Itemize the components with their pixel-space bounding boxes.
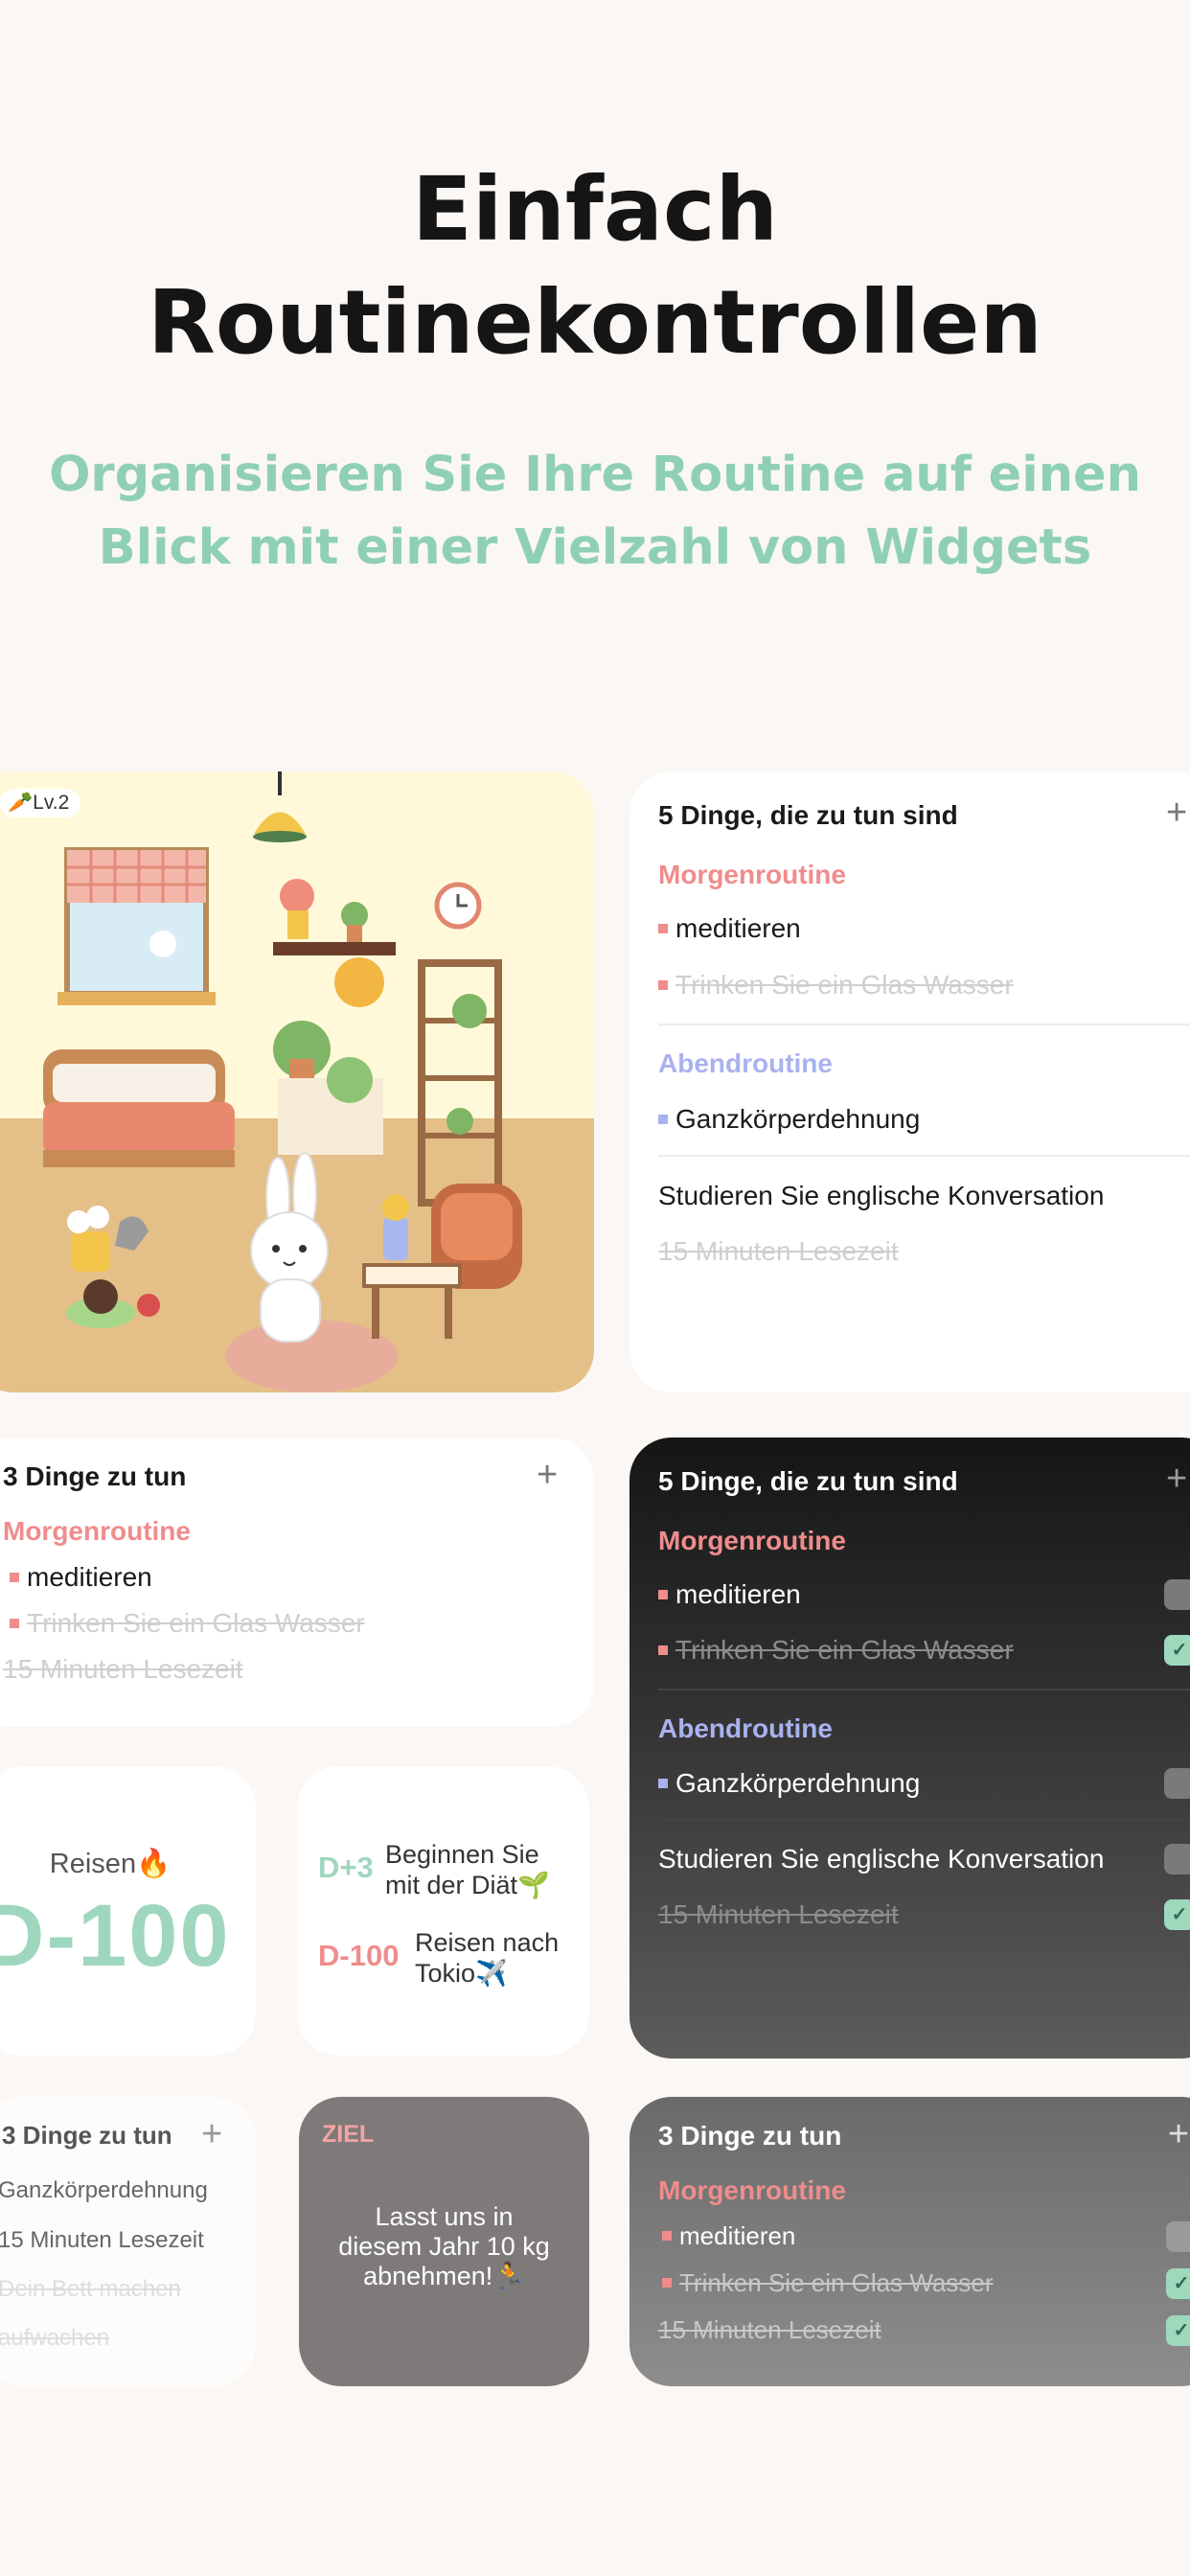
- section-evening: Abendroutine: [658, 1714, 833, 1743]
- todo-widget-large[interactable]: 5 Dinge, die zu tun sind + Morgenroutine…: [629, 771, 1190, 1392]
- section-morning: Morgenroutine: [3, 1516, 191, 1546]
- bullet-icon: [658, 1644, 668, 1655]
- widget-title: 3 Dinge zu tun: [2, 2121, 172, 2150]
- todo-item[interactable]: meditieren: [662, 2221, 795, 2251]
- add-icon[interactable]: +: [1166, 794, 1187, 831]
- dday-count: D+3: [318, 1851, 374, 1884]
- checkbox[interactable]: [1164, 1844, 1190, 1874]
- checkbox[interactable]: [1164, 1579, 1190, 1610]
- section-morning: Morgenroutine: [658, 2175, 846, 2205]
- checkbox-checked[interactable]: ✓: [1166, 2315, 1190, 2346]
- bullet-icon: [662, 2231, 672, 2242]
- todo-widget-small[interactable]: 3 Dinge zu tun + Ganzkörperdehnung 15 Mi…: [0, 2097, 256, 2386]
- dday-label: Reisen🔥: [49, 1849, 172, 1879]
- todo-item[interactable]: meditieren: [10, 1562, 152, 1593]
- todo-widget-gray[interactable]: 3 Dinge zu tun + Morgenroutine meditiere…: [629, 2097, 1190, 2386]
- divider: [658, 1155, 1190, 1157]
- divider: [658, 1819, 1190, 1821]
- todo-item-done[interactable]: 15 Minuten Lesezeit: [3, 1654, 243, 1685]
- todo-item[interactable]: Studieren Sie englische Konversation: [658, 1181, 1104, 1211]
- bullet-icon: [10, 1572, 19, 1582]
- todo-item[interactable]: Ganzkörperdehnung: [0, 2177, 208, 2204]
- todo-item-done[interactable]: Trinken Sie ein Glas Wasser: [662, 2268, 994, 2298]
- checkbox-checked[interactable]: ✓: [1166, 2268, 1190, 2299]
- clock-icon: [434, 882, 482, 930]
- checkbox-checked[interactable]: ✓: [1164, 1899, 1190, 1930]
- widget-title: 3 Dinge zu tun: [658, 2121, 842, 2150]
- checkbox-checked[interactable]: ✓: [1164, 1635, 1190, 1666]
- bed-icon: [43, 1049, 235, 1167]
- todo-item-done[interactable]: 15 Minuten Lesezeit: [658, 1899, 899, 1930]
- widget-title: 5 Dinge, die zu tun sind: [658, 800, 958, 830]
- widget-title: 5 Dinge, die zu tun sind: [658, 1466, 958, 1496]
- section-evening: Abendroutine: [658, 1048, 833, 1078]
- widget-title: 3 Dinge zu tun: [3, 1461, 187, 1491]
- todo-item[interactable]: meditieren: [658, 913, 801, 944]
- carrot-icon: 🥕: [8, 792, 34, 814]
- add-icon[interactable]: +: [201, 2116, 222, 2152]
- dday-widget-list[interactable]: D+3 Beginnen Sie mit der Diät🌱 D-100 Rei…: [297, 1766, 589, 2056]
- checkbox[interactable]: [1166, 2221, 1190, 2252]
- dday-count: D-100: [318, 1939, 400, 1972]
- dday-widget-single[interactable]: Reisen🔥 D-100: [0, 1766, 256, 2056]
- bullet-icon: [662, 2278, 672, 2288]
- add-icon[interactable]: +: [537, 1457, 558, 1493]
- bullet-icon: [658, 979, 668, 990]
- page-subtitle: Organisieren Sie Ihre Routine auf einen …: [49, 447, 1141, 576]
- todo-item[interactable]: Ganzkörperdehnung: [658, 1768, 920, 1799]
- bullet-icon: [10, 1618, 19, 1628]
- todo-item[interactable]: 15 Minuten Lesezeit: [0, 2227, 204, 2254]
- bullet-icon: [658, 1114, 668, 1124]
- todo-item[interactable]: Studieren Sie englische Konversation: [658, 1844, 1104, 1874]
- window-icon: [57, 847, 216, 1005]
- todo-item[interactable]: Ganzkörperdehnung: [658, 1104, 920, 1135]
- todo-item-done[interactable]: Dein Bett machen: [0, 2276, 181, 2303]
- bullet-icon: [658, 1589, 668, 1599]
- goal-widget[interactable]: ZIEL Lasst uns in diesem Jahr 10 kg abne…: [299, 2097, 589, 2386]
- goal-label: ZIEL: [322, 2121, 375, 2148]
- todo-widget-medium[interactable]: 3 Dinge zu tun + Morgenroutine meditiere…: [0, 1438, 594, 1727]
- page-title: Einfach Routinekontrollen: [148, 158, 1042, 374]
- todo-item-done[interactable]: aufwachen: [0, 2325, 109, 2352]
- goal-text: Lasst uns in diesem Jahr 10 kg abnehmen!…: [338, 2202, 550, 2290]
- dday-event: Reisen nach Tokio✈️: [415, 1928, 560, 1988]
- section-morning: Morgenroutine: [658, 860, 846, 889]
- room-illustration: [0, 771, 594, 1392]
- divider: [658, 1024, 1190, 1025]
- divider: [658, 1689, 1190, 1690]
- todo-widget-dark[interactable]: 5 Dinge, die zu tun sind + Morgenroutine…: [629, 1438, 1190, 2058]
- todo-item-done[interactable]: Trinken Sie ein Glas Wasser: [10, 1608, 365, 1639]
- dday-event: Beginnen Sie mit der Diät🌱: [385, 1840, 550, 1899]
- room-widget[interactable]: 🥕Lv.2: [0, 771, 594, 1392]
- todo-item-done[interactable]: 15 Minuten Lesezeit: [658, 1236, 899, 1267]
- todo-item[interactable]: meditieren: [658, 1579, 801, 1610]
- todo-item-done[interactable]: Trinken Sie ein Glas Wasser: [658, 970, 1014, 1000]
- bullet-icon: [658, 923, 668, 933]
- todo-item-done[interactable]: 15 Minuten Lesezeit: [658, 2315, 881, 2345]
- add-icon[interactable]: +: [1166, 1460, 1187, 1497]
- checkbox[interactable]: [1164, 1768, 1190, 1799]
- todo-item-done[interactable]: Trinken Sie ein Glas Wasser: [658, 1635, 1014, 1666]
- bullet-icon: [658, 1778, 668, 1788]
- level-badge: 🥕Lv.2: [0, 789, 81, 817]
- add-icon[interactable]: +: [1168, 2116, 1189, 2152]
- dday-value: D-100: [0, 1887, 231, 1985]
- section-morning: Morgenroutine: [658, 1526, 846, 1555]
